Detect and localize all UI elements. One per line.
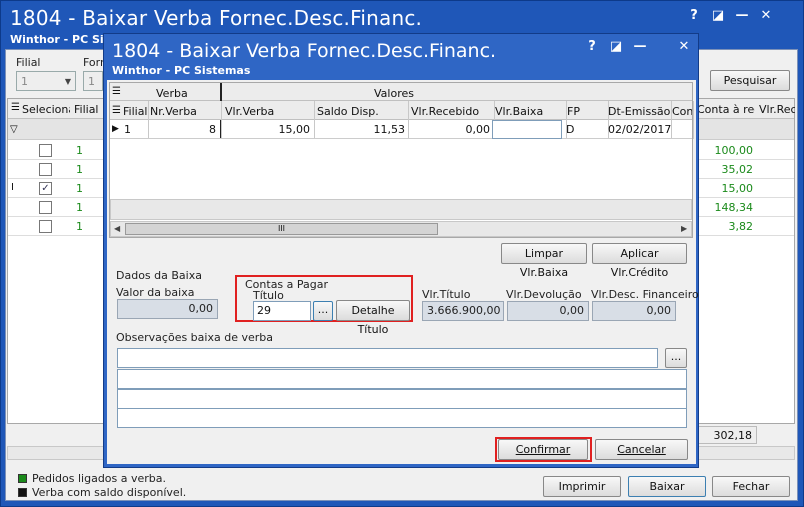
filter-icon: ▽	[10, 124, 18, 135]
col-vlrverba[interactable]: Vlr.Verba	[225, 105, 313, 118]
col-fp[interactable]: FP	[567, 105, 607, 118]
fornecedor-combo[interactable]: 1	[83, 71, 103, 91]
obs-input-4[interactable]	[117, 408, 687, 428]
row-a-receber: 100,00	[714, 144, 754, 157]
dialog-help-icon[interactable]: ?	[582, 39, 602, 54]
total-cell: 302,18	[697, 426, 757, 444]
aplicar-vlr-credito-button[interactable]: Aplicar Vlr.Crédito	[592, 243, 687, 279]
vlr-titulo-field: 3.666.900,00	[422, 301, 504, 321]
row-checkbox[interactable]	[39, 144, 52, 157]
row-vlr-verba: 15,00	[278, 123, 311, 136]
vlr-desc-label: Vlr.Desc. Financeiro	[591, 288, 699, 301]
group-verba: Verba	[156, 87, 188, 100]
legend-black-swatch	[18, 488, 27, 497]
dados-baixa-label: Dados da Baixa	[116, 269, 202, 282]
col-selecionar[interactable]: Selecionar	[22, 103, 70, 116]
row-filial: 1	[76, 201, 83, 214]
legend-saldo: Verba com saldo disponível.	[32, 486, 187, 499]
vlr-baixa-input[interactable]	[492, 120, 562, 139]
row-a-receber: 15,00	[721, 182, 754, 195]
verba-grid-footer	[110, 199, 692, 220]
dialog-close-icon[interactable]: ✕	[674, 39, 694, 54]
limpar-vlr-baixa-button[interactable]: Limpar Vlr.Baixa	[501, 243, 587, 279]
col-saldodisp[interactable]: Saldo Disp.	[317, 105, 407, 118]
close-icon[interactable]: ✕	[756, 8, 776, 23]
confirmar-button[interactable]: Confirmar	[498, 439, 588, 460]
row-checkbox[interactable]	[39, 201, 52, 214]
titulo-ellipsis-button[interactable]: ...	[313, 301, 333, 321]
help-icon[interactable]: ?	[684, 8, 704, 23]
row-nr-verba: 8	[209, 123, 216, 136]
grid-menu-icon[interactable]: ☰	[11, 102, 20, 113]
row-checkbox[interactable]: ✓	[39, 182, 52, 195]
col-filial[interactable]: Filial	[74, 103, 98, 116]
valor-baixa-field: 0,00	[117, 299, 218, 319]
obs-input-1[interactable]	[117, 348, 658, 368]
col-vlrbaixa[interactable]: Vlr.Baixa	[495, 105, 565, 118]
filial-label: Filial	[16, 56, 41, 69]
vlr-desc-field: 0,00	[592, 301, 676, 321]
col-nrverba[interactable]: Nr.Verba	[150, 105, 220, 118]
row-a-receber: 3,82	[728, 220, 754, 233]
row-emissao: 02/02/2017	[608, 123, 672, 136]
row-filial: 1	[76, 144, 83, 157]
cancelar-button[interactable]: Cancelar	[595, 439, 688, 460]
scroll-left-icon[interactable]: ◀	[114, 224, 120, 233]
vlr-devolucao-field: 0,00	[507, 301, 589, 321]
obs-ellipsis-button[interactable]: ...	[665, 348, 687, 368]
fechar-button[interactable]: Fechar	[712, 476, 790, 497]
vlr-titulo-label: Vlr.Título	[422, 288, 471, 301]
row-cursor-icon: I	[11, 182, 14, 193]
col-vlrrecebido[interactable]: Vlr.Recebido	[411, 105, 493, 118]
row-pointer-icon: ▶	[112, 124, 119, 134]
row-checkbox[interactable]	[39, 220, 52, 233]
baixar-button[interactable]: Baixar	[628, 476, 706, 497]
row-filial: 1	[76, 220, 83, 233]
pesquisar-button[interactable]: Pesquisar	[710, 70, 790, 91]
obs-label: Observações baixa de verba	[116, 331, 273, 344]
row-filial: 1	[76, 163, 83, 176]
grid-menu-icon-2[interactable]: ☰	[112, 105, 121, 116]
filial-combo[interactable]: 1 ▼	[16, 71, 76, 91]
main-window-title: 1804 - Baixar Verba Fornec.Desc.Financ.	[10, 6, 423, 30]
filial-combo-value: 1	[21, 75, 28, 88]
row-a-receber: 148,34	[714, 201, 754, 214]
legend-green-swatch	[18, 474, 27, 483]
chevron-down-icon: ▼	[64, 77, 71, 86]
row-fp: D	[566, 123, 575, 136]
valor-baixa-label: Valor da baixa	[116, 286, 195, 299]
dialog-title: 1804 - Baixar Verba Fornec.Desc.Financ.	[112, 40, 497, 62]
group-menu-icon[interactable]: ☰	[112, 86, 121, 97]
col-dtemisso[interactable]: Dt-Emissão	[608, 105, 670, 118]
col-a-receber[interactable]: Conta à receber	[697, 103, 755, 116]
dialog-edit-icon[interactable]: ◪	[606, 39, 626, 54]
col-conta[interactable]: Conta	[672, 105, 692, 118]
group-valores: Valores	[374, 87, 414, 100]
scroll-right-icon[interactable]: ▶	[681, 224, 687, 233]
titulo-input[interactable]: 29	[253, 301, 311, 321]
legend-pedidos: Pedidos ligados a verba.	[32, 472, 167, 485]
dialog-minimize-icon[interactable]: —	[630, 39, 650, 54]
row-a-receber: 35,02	[721, 163, 754, 176]
total-value: 302,18	[713, 429, 753, 442]
row-checkbox[interactable]	[39, 163, 52, 176]
vlr-devolucao-label: Vlr.Devolução	[506, 288, 582, 301]
minimize-icon[interactable]: —	[732, 8, 752, 23]
row-filial: 1	[76, 182, 83, 195]
fornecedor-combo-value: 1	[88, 75, 95, 88]
col-vlr-rec[interactable]: Vlr.Rece	[759, 103, 795, 116]
col-separator	[693, 101, 694, 139]
dialog-subtitle: Winthor - PC Sistemas	[112, 64, 251, 77]
scroll-thumb[interactable]: III	[125, 223, 438, 235]
obs-input-2[interactable]	[117, 369, 687, 389]
row-filial: 1	[124, 123, 131, 136]
detalhe-titulo-button[interactable]: Detalhe Título	[336, 300, 410, 336]
col-filial[interactable]: Filial	[123, 105, 147, 118]
obs-input-3[interactable]	[117, 389, 687, 409]
edit-icon[interactable]: ◪	[708, 8, 728, 23]
row-recebido: 0,00	[465, 123, 491, 136]
row-saldo: 11,53	[373, 123, 406, 136]
imprimir-button[interactable]: Imprimir	[543, 476, 621, 497]
